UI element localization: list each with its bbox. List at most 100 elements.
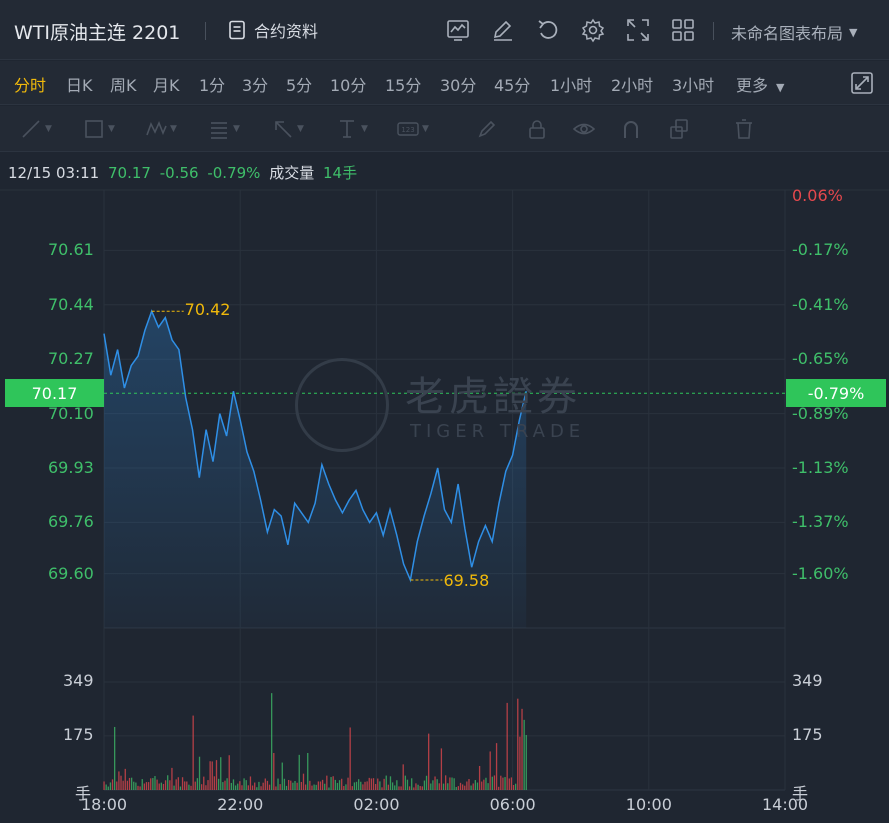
- price-axis-label: 69.60: [48, 563, 94, 583]
- volume-bar: [196, 778, 199, 790]
- volume-axis-label-right: 175: [792, 724, 823, 744]
- volume-bar: [317, 781, 319, 790]
- volume-bar: [114, 726, 116, 790]
- undo-icon[interactable]: [535, 17, 561, 43]
- volume-bar: [368, 777, 370, 790]
- divider: [713, 22, 714, 40]
- period-tab-2[interactable]: 周K: [110, 72, 137, 96]
- period-tab-3[interactable]: 月K: [153, 72, 180, 96]
- period-tab-12[interactable]: 2小时: [611, 72, 653, 96]
- period-tab-1[interactable]: 日K: [66, 72, 93, 96]
- pct-axis-label: -1.13%: [792, 458, 849, 477]
- period-tab-8[interactable]: 15分: [385, 72, 421, 96]
- volume-bar: [364, 781, 366, 790]
- brush-icon[interactable]: [476, 117, 498, 141]
- volume-bar: [268, 784, 271, 790]
- volume-bar: [353, 782, 356, 790]
- magnet-icon[interactable]: [620, 117, 642, 141]
- volume-unit-label-right: 手: [792, 784, 809, 803]
- period-tab-9[interactable]: 30分: [440, 72, 476, 96]
- volume-axis-label: 175: [63, 724, 94, 744]
- settings-icon[interactable]: [580, 17, 606, 43]
- layers-icon[interactable]: [668, 117, 690, 141]
- high-price-label: 70.42: [184, 300, 231, 320]
- period-tab-11[interactable]: 1小时: [550, 72, 592, 96]
- volume-bar: [457, 786, 460, 790]
- period-tab-10[interactable]: 45分: [494, 72, 530, 96]
- volume-bar: [158, 783, 160, 790]
- volume-bar: [391, 782, 394, 790]
- eye-icon[interactable]: [573, 117, 595, 141]
- volume-bar: [491, 776, 493, 790]
- indicator-chart-icon[interactable]: [445, 17, 471, 43]
- volume-bar: [341, 778, 343, 790]
- edit-icon[interactable]: [490, 17, 516, 43]
- volume-bar: [290, 780, 292, 790]
- fullscreen-icon[interactable]: [850, 71, 874, 95]
- volume-bar: [226, 778, 228, 790]
- expand-icon[interactable]: [625, 17, 651, 43]
- period-bar: 分时 日K 周K 月K 1分 3分 5分 10分 15分 30分 45分 1小时 2小时 3小时 更多 ▼: [0, 61, 889, 105]
- arrow-tool-icon[interactable]: ▼: [272, 117, 304, 141]
- volume-bar: [209, 761, 211, 790]
- volume-bar: [387, 784, 390, 790]
- period-tab-6[interactable]: 5分: [286, 72, 312, 96]
- volume-bar: [181, 777, 184, 790]
- measure-tool-icon[interactable]: ▼: [336, 117, 368, 141]
- volume-bar: [472, 783, 474, 790]
- period-tab-7[interactable]: 10分: [330, 72, 366, 96]
- volume-bar: [349, 727, 351, 790]
- volume-bar: [177, 777, 179, 790]
- volume-bar: [442, 783, 445, 790]
- rectangle-tool-icon[interactable]: ▼: [83, 117, 115, 141]
- caret-down-icon: ▼: [776, 81, 785, 94]
- volume-bar: [404, 775, 406, 790]
- lock-icon[interactable]: [526, 117, 548, 141]
- volume-bar: [147, 782, 150, 790]
- period-tab-14[interactable]: 更多 ▼: [736, 72, 784, 96]
- volume-bar: [262, 782, 264, 790]
- volume-bar: [521, 708, 523, 790]
- line-tool-icon[interactable]: ▼: [20, 117, 52, 141]
- layout-dropdown[interactable]: 未命名图表布局 ▼: [731, 20, 857, 44]
- volume-bar: [141, 779, 143, 790]
- grid-layout-icon[interactable]: [670, 17, 696, 43]
- volume-bar: [523, 719, 525, 790]
- chart-canvas[interactable]: [0, 153, 889, 823]
- volume-bar: [234, 785, 237, 790]
- volume-bar: [415, 783, 417, 790]
- contract-info-button[interactable]: 合约资料: [228, 18, 318, 42]
- volume-bar: [298, 754, 300, 790]
- period-tab-0[interactable]: 分时: [14, 72, 46, 96]
- volume-bar: [398, 786, 400, 790]
- quote-datetime: 12/15 03:11: [8, 164, 100, 182]
- volume-bar: [517, 698, 519, 790]
- volume-bar: [489, 751, 491, 790]
- period-tab-13[interactable]: 3小时: [672, 72, 714, 96]
- pattern-tool-icon[interactable]: ▼: [145, 117, 177, 141]
- volume-bar: [179, 786, 182, 790]
- volume-bar: [311, 785, 313, 790]
- volume-bar: [508, 778, 510, 790]
- volume-bar: [366, 781, 368, 790]
- fib-tool-icon[interactable]: ▼: [208, 117, 240, 141]
- volume-axis-label: 349: [63, 671, 94, 690]
- volume-bar: [103, 781, 105, 790]
- volume-bar: [343, 786, 345, 790]
- volume-bar: [137, 785, 139, 790]
- volume-bar: [109, 782, 112, 790]
- volume-value: 14手: [323, 164, 358, 182]
- volume-bar: [402, 764, 404, 790]
- period-tab-4[interactable]: 1分: [199, 72, 225, 96]
- trash-icon[interactable]: [733, 117, 755, 141]
- period-tab-5[interactable]: 3分: [242, 72, 268, 96]
- volume-bar: [336, 782, 339, 790]
- volume-bar: [239, 781, 241, 790]
- volume-bar: [381, 787, 383, 790]
- volume-bar: [300, 781, 303, 790]
- volume-bar: [411, 778, 413, 790]
- volume-bar: [438, 783, 440, 790]
- text-tool-icon[interactable]: 123 ▼: [397, 117, 429, 141]
- volume-bar: [175, 779, 177, 790]
- volume-bar: [294, 780, 296, 790]
